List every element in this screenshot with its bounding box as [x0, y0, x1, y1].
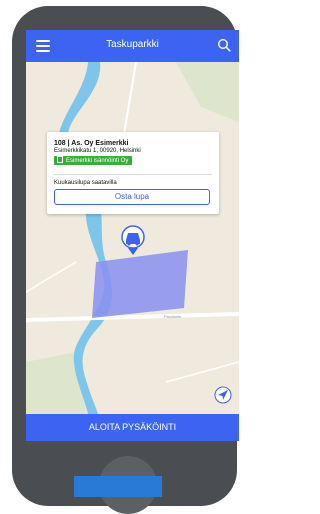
- document-icon: [57, 156, 63, 163]
- operator-badge: Esimerkki isännöinti Oy: [54, 156, 133, 165]
- app-bar: Taskuparkki: [26, 30, 239, 62]
- parking-address: Esimerkkikatu 1, 00920, Helsinki: [54, 148, 141, 154]
- app-title: Taskuparkki: [106, 39, 159, 50]
- operator-badge-label: Esimerkki isännöinti Oy: [66, 158, 129, 164]
- bottom-tab: [74, 476, 162, 497]
- road-label: Pasilantie: [164, 314, 182, 319]
- parking-name: 108 | As. Oy Esimerkki: [54, 140, 129, 147]
- buy-permit-button[interactable]: Osta lupa: [54, 189, 210, 205]
- start-parking-button[interactable]: ALOITA PYSÄKÖINTI: [26, 414, 239, 441]
- permit-availability: Kuukausilupa saatavilla: [54, 180, 117, 186]
- parking-info-card[interactable]: 108 | As. Oy Esimerkki Esimerkkikatu 1, …: [47, 132, 219, 214]
- search-icon[interactable]: [217, 38, 231, 52]
- map-view[interactable]: Pasilantie: [26, 62, 239, 414]
- app-screen: Taskuparkki Pasilantie 108 | As. Oy Esim…: [26, 30, 239, 441]
- card-divider: [54, 174, 212, 175]
- locate-icon[interactable]: [214, 386, 232, 404]
